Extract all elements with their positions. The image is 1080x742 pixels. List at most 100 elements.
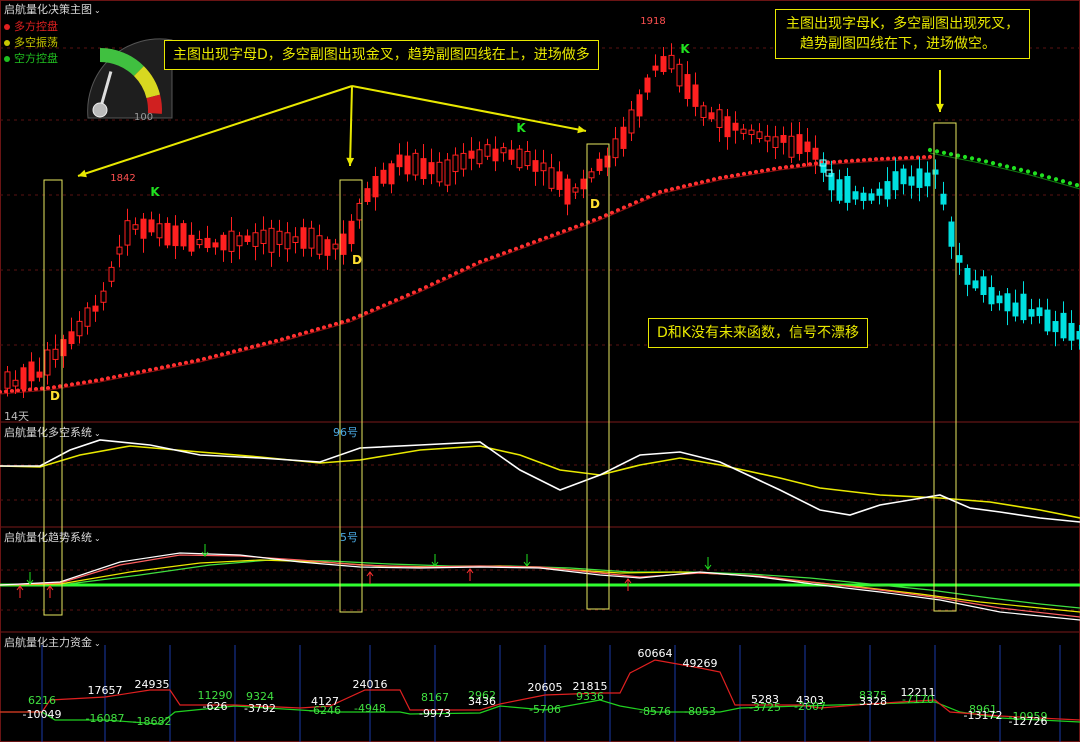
capital-panel-title[interactable]: 启航量化主力资金 ⌄ (4, 634, 101, 650)
candle-body (132, 224, 139, 230)
candle-body (652, 65, 659, 71)
legend-dot-icon (4, 56, 10, 62)
candle-body (804, 141, 811, 153)
legend-label: 多方控盘 (14, 20, 58, 33)
candle-body (508, 149, 515, 160)
signal-k: K (516, 121, 526, 135)
duokong-lines (0, 439, 1080, 523)
candle-body (428, 162, 435, 175)
buy-callout: 主图出现字母D，多空副图出现金叉，趋势副图四线在上，进场做多 (164, 40, 599, 70)
trend-panel-title[interactable]: 启航量化趋势系统 ⌄ (4, 529, 101, 545)
candle-body (636, 94, 643, 117)
chevron-down-icon[interactable]: ⌄ (94, 534, 101, 543)
candle-body (676, 63, 683, 87)
ma-bear-dot (1032, 171, 1038, 176)
candle-body (748, 129, 755, 135)
candle-body (444, 159, 451, 186)
candle-body (188, 234, 195, 252)
period-label: 14天 (4, 410, 29, 423)
price-label: 1918 (640, 16, 665, 27)
candle-body (532, 160, 539, 172)
signal-highlight-boxes (43, 122, 957, 616)
capital-value-label: -16087 (86, 712, 125, 725)
candle-body (884, 181, 891, 200)
candle-body (276, 230, 283, 245)
duokong-panel-title[interactable]: 启航量化多空系统 ⌄ (4, 424, 101, 440)
candle-body (156, 223, 163, 239)
candle-body (908, 176, 915, 186)
capital-value-label: -7170 (902, 693, 934, 706)
duokong-mark: 96号 (333, 426, 358, 439)
capital-value-label: -9973 (419, 707, 451, 720)
chevron-down-icon[interactable]: ⌄ (94, 429, 101, 438)
capital-value-label: -4948 (354, 702, 386, 715)
candle-body (204, 237, 211, 248)
candle-body (436, 161, 443, 183)
ma-bear-dot (948, 152, 954, 157)
candle-body (788, 135, 795, 158)
candle-body (396, 154, 403, 168)
capital-value-label: -10049 (23, 708, 62, 721)
candle-body (164, 222, 171, 246)
candle-body (1012, 302, 1019, 317)
candle-body (868, 193, 875, 201)
callout-arrow-line (349, 85, 353, 167)
candle-body (196, 238, 203, 246)
candle-body (1052, 321, 1059, 333)
candle-body (668, 54, 675, 70)
candle-body (956, 255, 963, 263)
candle-body (12, 379, 19, 387)
candle-body (628, 109, 635, 134)
candle-body (756, 131, 763, 139)
candle-body (380, 169, 387, 184)
candle-body (108, 266, 115, 282)
candle-body (772, 136, 779, 149)
candle-body (284, 232, 291, 250)
candle-body (924, 172, 931, 187)
capital-value-label: 24016 (353, 678, 388, 691)
capital-value-label: -18682 (133, 715, 172, 728)
gauge-band (146, 94, 162, 114)
candle-body (52, 348, 59, 360)
candle-body (372, 175, 379, 198)
capital-value-label: -2607 (794, 700, 826, 713)
candle-body (820, 163, 827, 173)
ma-bear-dot (1067, 181, 1073, 186)
callout-arrowhead (78, 169, 87, 178)
chevron-down-icon[interactable]: ⌄ (94, 6, 101, 15)
capital-value-label: -3725 (749, 701, 781, 714)
candle-body (1036, 307, 1043, 317)
callout-arrowhead (577, 125, 586, 134)
ma-bear-dot (997, 162, 1003, 167)
candle-body (484, 144, 491, 157)
main-panel-title[interactable]: 启航量化决策主图 ⌄ (4, 1, 101, 17)
candle-body (852, 191, 859, 200)
candle-body (548, 167, 555, 189)
candle-body (28, 361, 35, 382)
candle-body (996, 295, 1003, 304)
legend-dot-icon (4, 40, 10, 46)
candle-body (260, 229, 267, 244)
candle-body (564, 178, 571, 205)
trend-mark: 5号 (340, 531, 358, 544)
candle-body (172, 225, 179, 247)
candle-body (516, 148, 523, 169)
candle-body (44, 349, 51, 376)
candle-body (836, 179, 843, 201)
trend-lines (0, 544, 1080, 621)
candle-body (892, 171, 899, 191)
capital-title-text: 启航量化主力资金 (4, 636, 92, 649)
candle-body (580, 178, 587, 190)
capital-value-label: 24935 (135, 678, 170, 691)
chevron-down-icon[interactable]: ⌄ (94, 639, 101, 648)
candle-body (148, 219, 155, 233)
callout-arrow-line (351, 85, 587, 132)
candle-body (348, 220, 355, 245)
capital-value-label: -8053 (684, 705, 716, 718)
legend-label: 空方控盘 (14, 52, 58, 65)
capital-value-label: 9336 (576, 690, 604, 703)
candle-body (732, 122, 739, 131)
candle-body (4, 371, 11, 389)
ma-bear-dot (990, 161, 996, 166)
candle-body (1060, 312, 1067, 339)
